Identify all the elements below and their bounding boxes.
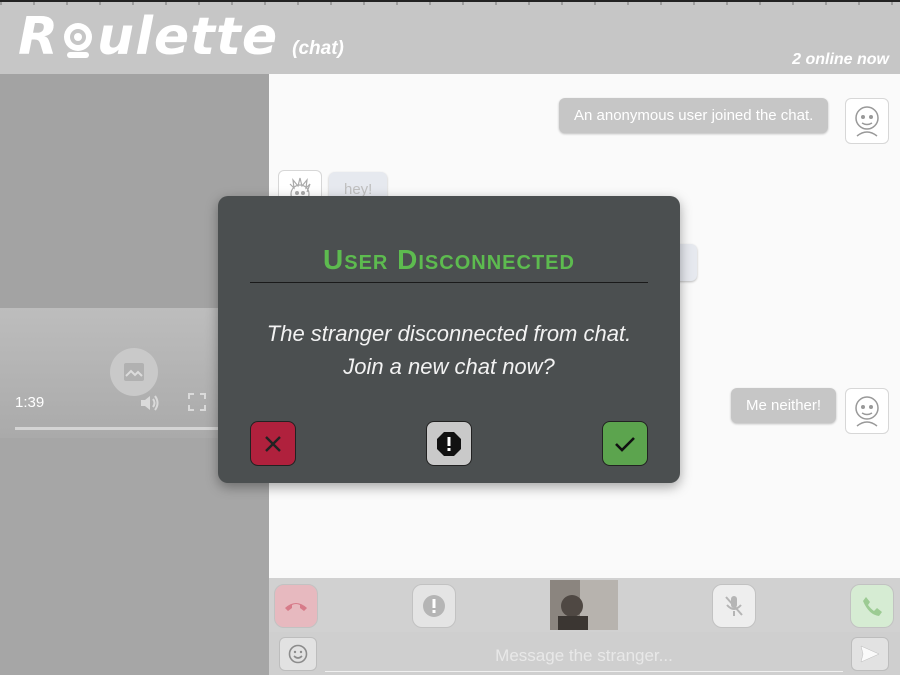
app-header: R ulette (chat) 2 online now: [0, 0, 900, 74]
decline-button[interactable]: [250, 421, 296, 466]
message-input[interactable]: [325, 640, 843, 672]
hang-up-button[interactable]: [274, 584, 318, 628]
report-icon: [423, 595, 445, 617]
accept-button[interactable]: [602, 421, 648, 466]
dialog-divider: [250, 282, 648, 283]
mute-mic-icon: [725, 596, 743, 616]
image-placeholder-icon: [124, 363, 144, 381]
volume-icon[interactable]: [138, 392, 160, 414]
video-progress-bar[interactable]: [15, 427, 225, 430]
logo-text-start: R: [18, 7, 60, 67]
chat-message-system: An anonymous user joined the chat.: [559, 98, 829, 133]
disconnect-dialog: User Disconnected The stranger disconnec…: [218, 196, 680, 483]
close-icon: [265, 435, 281, 452]
app-logo[interactable]: R ulette (chat): [18, 8, 344, 66]
call-icon: [863, 597, 882, 616]
report-button[interactable]: [426, 421, 472, 466]
user-avatar-icon: [855, 396, 879, 427]
emoji-icon: [288, 644, 308, 664]
own-avatar: [845, 98, 889, 144]
dialog-message-line-1: The stranger disconnected from chat.: [266, 321, 632, 346]
call-controls: [269, 578, 900, 632]
video-timestamp: 1:39: [15, 394, 45, 411]
dialog-message-line-2: Join a new chat now?: [343, 354, 555, 379]
self-video-preview: [550, 580, 618, 630]
message-composer: [269, 632, 900, 675]
hang-up-icon: [285, 603, 307, 611]
emoji-button[interactable]: [279, 637, 317, 671]
send-button[interactable]: [851, 637, 889, 671]
dialog-title: User Disconnected: [323, 244, 575, 275]
header-decoration: [0, 2, 900, 5]
mute-mic-button[interactable]: [712, 584, 756, 628]
webcam-logo-icon: [64, 23, 93, 58]
own-avatar-2: [845, 388, 889, 434]
image-placeholder-button[interactable]: [110, 348, 158, 396]
logo-text-end: ulette: [97, 7, 279, 67]
fullscreen-icon[interactable]: [187, 392, 207, 412]
logo-subtitle: (chat): [292, 38, 344, 59]
user-avatar-icon: [855, 106, 879, 137]
checkmark-icon: [615, 436, 635, 452]
report-button-bar[interactable]: [412, 584, 456, 628]
chat-message-own: Me neither!: [731, 388, 837, 423]
online-count: 2 online now: [792, 51, 889, 68]
call-button[interactable]: [850, 584, 894, 628]
send-icon: [860, 645, 880, 663]
dialog-message: The stranger disconnected from chat. Joi…: [238, 317, 660, 383]
self-video-image: [550, 580, 618, 630]
alert-octagon-icon: [437, 431, 461, 456]
logo-wordmark: R ulette: [18, 8, 278, 66]
